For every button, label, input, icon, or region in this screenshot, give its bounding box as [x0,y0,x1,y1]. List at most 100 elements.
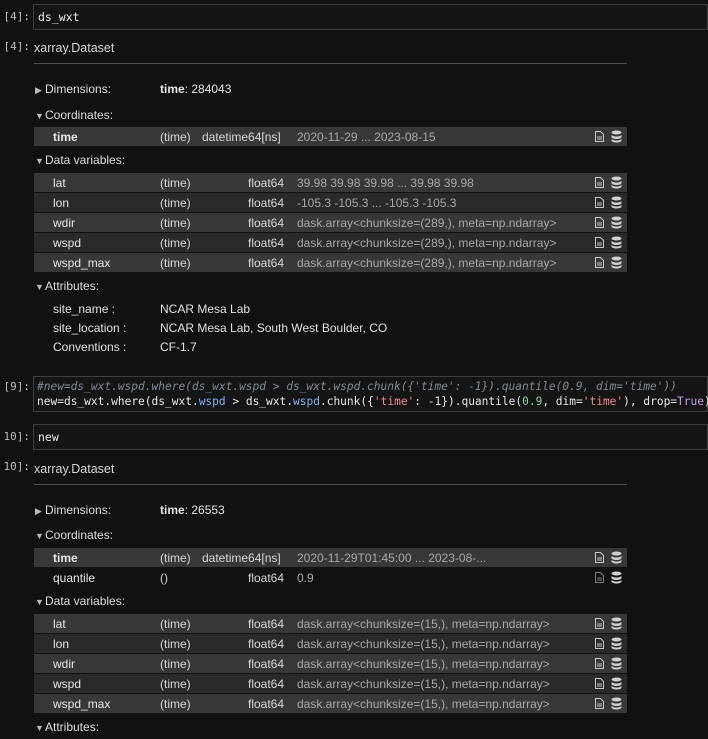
file-icon[interactable] [595,678,604,689]
attribute-value: CF-1.7 [160,340,197,354]
code-editor[interactable]: new [33,424,708,450]
var-dtype: datetime64[ns] [202,130,281,144]
database-icon[interactable] [611,216,622,229]
data-var-row: wdir (time) float64 dask.array<chunksize… [34,654,627,673]
divider [34,484,627,485]
var-dims: (time) [160,617,191,631]
data-var-row: wdir (time) float64 dask.array<chunksize… [34,213,627,232]
file-icon[interactable] [595,257,604,268]
code-text: ds_wxt [38,10,80,24]
database-icon[interactable] [611,697,622,710]
file-icon[interactable] [595,177,604,188]
data-var-row: lon (time) float64 dask.array<chunksize=… [34,634,627,653]
code-editor[interactable]: ds_wxt [33,4,708,30]
var-preview: dask.array<chunksize=(15,), meta=np.ndar… [297,677,550,691]
coordinates-section[interactable]: ▼Coordinates: [35,108,113,122]
var-dtype: float64 [248,196,285,210]
file-icon[interactable] [595,572,604,583]
dimensions-section[interactable]: ▶ Dimensions: [35,82,111,96]
var-dtype: float64 [248,236,285,250]
dataset-title: xarray.Dataset [34,462,115,476]
database-icon[interactable] [611,130,622,143]
code-line: new=ds_wxt.where(ds_wxt.wspd > ds_wxt.ws… [37,395,708,408]
database-icon[interactable] [611,176,622,189]
data-var-row: lat (time) float64 39.98 39.98 39.98 ...… [34,173,627,192]
section-label: Attributes: [45,279,100,293]
database-icon[interactable] [611,637,622,650]
var-preview: dask.array<chunksize=(15,), meta=np.ndar… [297,697,550,711]
data-variables-section[interactable]: ▼Data variables: [35,153,125,167]
database-icon[interactable] [611,551,622,564]
var-name: wspd [53,236,82,250]
code-comment-line: #new=ds_wxt.wspd.where(ds_wxt.wspd > ds_… [37,380,677,393]
file-icon[interactable] [595,658,604,669]
file-icon[interactable] [595,131,604,142]
var-name: quantile [53,571,96,585]
database-icon[interactable] [611,617,622,630]
coordinate-row: time (time) datetime64[ns] 2020-11-29T01… [34,548,627,567]
var-name: wspd_max [53,256,111,270]
data-var-row: wspd (time) float64 dask.array<chunksize… [34,674,627,693]
file-icon[interactable] [595,197,604,208]
cell-10-input[interactable]: 10]: new [0,424,708,450]
database-icon[interactable] [611,236,622,249]
file-icon[interactable] [595,217,604,228]
output-prompt: [4]: [3,40,31,53]
var-dims: (time) [160,657,191,671]
dimensions-value: time: 26553 [160,503,225,517]
database-icon[interactable] [611,677,622,690]
database-icon[interactable] [611,196,622,209]
var-name: time [53,130,78,144]
attributes-section[interactable]: ▼Attributes: [35,279,99,293]
var-dtype: float64 [248,677,285,691]
var-name: wspd_max [53,697,111,711]
file-icon[interactable] [595,237,604,248]
var-preview: -105.3 -105.3 ... -105.3 -105.3 [297,196,457,210]
var-dims: (time) [160,236,191,250]
var-dims: (time) [160,130,191,144]
database-icon[interactable] [611,571,622,584]
section-label: Coordinates: [45,108,114,122]
var-dims: (time) [160,697,191,711]
coordinate-row: quantile () float64 0.9 [34,568,627,587]
file-icon[interactable] [595,552,604,563]
attributes-section[interactable]: ▼Attributes: [35,720,99,734]
triangle-right-icon: ▶ [35,85,42,95]
code-editor[interactable]: #new=ds_wxt.wspd.where(ds_wxt.wspd > ds_… [33,376,708,412]
var-preview: dask.array<chunksize=(289,), meta=np.nda… [297,236,557,250]
var-name: wdir [53,216,76,230]
var-preview: dask.array<chunksize=(289,), meta=np.nda… [297,256,557,270]
data-var-row: wspd_max (time) float64 dask.array<chunk… [34,253,627,272]
attribute-key: site_location : [53,321,127,335]
section-label: Attributes: [45,720,100,734]
section-label: Dimensions: [45,82,112,96]
var-dtype: float64 [248,617,285,631]
data-var-row: wspd (time) float64 dask.array<chunksize… [34,233,627,252]
dimensions-value: time: 284043 [160,82,232,96]
section-label: Data variables: [45,594,126,608]
var-name: lon [53,637,70,651]
file-icon[interactable] [595,618,604,629]
var-dtype: float64 [248,176,285,190]
var-preview: dask.array<chunksize=(289,), meta=np.nda… [297,216,557,230]
file-icon[interactable] [595,638,604,649]
input-prompt: 10]: [3,430,31,443]
section-label: Data variables: [45,153,126,167]
cell-4-input[interactable]: [4]: ds_wxt [0,4,708,30]
file-icon[interactable] [595,698,604,709]
database-icon[interactable] [611,657,622,670]
section-label: Coordinates: [45,528,114,542]
database-icon[interactable] [611,256,622,269]
var-dtype: float64 [248,216,285,230]
divider [34,63,627,64]
output-prompt: 10]: [3,460,31,473]
var-dtype: float64 [248,256,285,270]
var-name: lat [53,176,66,190]
data-variables-section[interactable]: ▼Data variables: [35,594,125,608]
coordinates-section[interactable]: ▼Coordinates: [35,528,113,542]
triangle-down-icon: ▼ [35,597,44,607]
var-name: lon [53,196,70,210]
dimensions-section[interactable]: ▶ Dimensions: [35,503,111,517]
code-text: new [38,430,59,444]
var-preview: dask.array<chunksize=(15,), meta=np.ndar… [297,637,550,651]
